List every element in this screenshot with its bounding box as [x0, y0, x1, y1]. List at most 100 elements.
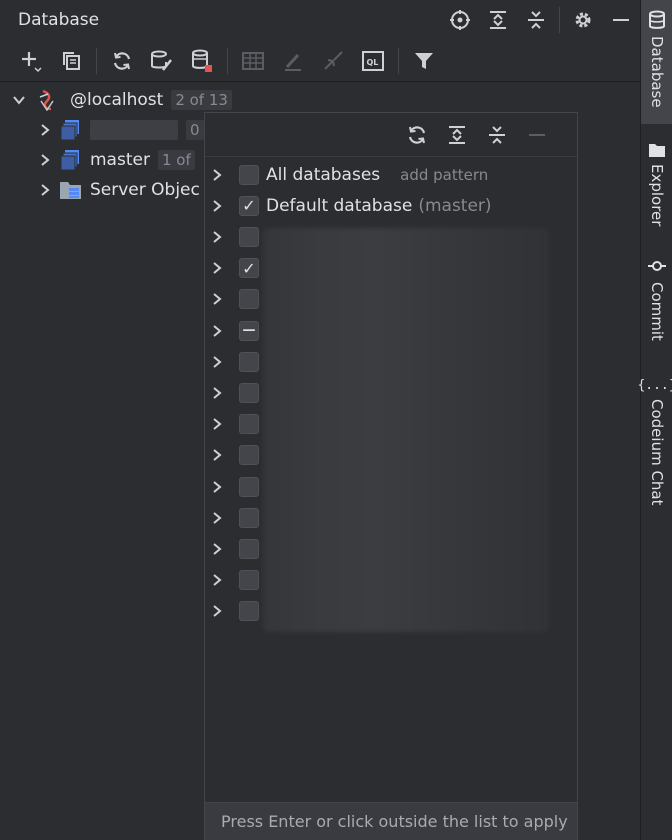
sidebar-tab-codeium-chat[interactable]: {...} Codeium Chat — [637, 378, 672, 506]
redacted-database-names — [263, 228, 549, 632]
minimize-icon[interactable] — [602, 1, 640, 39]
schema-checkbox[interactable] — [239, 476, 259, 497]
collapse-all-icon[interactable] — [517, 1, 555, 39]
schema-checkbox[interactable] — [239, 289, 259, 310]
sidebar-label-database: Database — [648, 36, 666, 108]
chevron-right-icon[interactable] — [205, 355, 229, 369]
sidebar-tab-explorer[interactable]: Explorer — [641, 140, 672, 226]
chevron-right-icon[interactable] — [205, 230, 229, 244]
schema-row-sublabel: (master) — [418, 195, 492, 216]
sidebar-tab-commit[interactable]: Commit — [641, 256, 672, 341]
schema-row[interactable]: ✓ Default database (master) — [205, 190, 577, 221]
schema-checkbox[interactable] — [239, 382, 259, 403]
database-icon — [649, 10, 665, 29]
toolbar-divider — [96, 47, 97, 74]
tree-node-master[interactable]: master 1 of — [34, 145, 195, 175]
sql-server-icon — [30, 89, 64, 111]
jump-to-source-icon — [314, 42, 352, 80]
table-icon — [234, 42, 272, 80]
chevron-right-icon[interactable] — [205, 168, 229, 182]
chevron-right-icon[interactable] — [34, 183, 56, 197]
duplicate-icon[interactable] — [52, 42, 90, 80]
add-icon[interactable] — [12, 42, 50, 80]
sidebar-label-commit: Commit — [648, 282, 666, 341]
edit-icon — [274, 42, 312, 80]
expand-all-icon[interactable] — [479, 1, 517, 39]
schema-checkbox[interactable] — [239, 445, 259, 466]
master-label: master — [90, 150, 150, 170]
tree-root-node[interactable]: @localhost 2 of 13 — [8, 85, 232, 115]
schema-checkbox[interactable] — [239, 570, 259, 591]
schema-filter-popup: All databases add pattern ✓ Default databas… — [204, 112, 578, 840]
chevron-right-icon[interactable] — [205, 417, 229, 431]
sidebar-tab-database[interactable]: Database — [641, 0, 672, 124]
schema-checkbox[interactable]: — — [239, 320, 259, 341]
database-panel: Database QL @localhost 2 of 13 0 master … — [0, 0, 640, 840]
sidebar-label-codeium-chat: Codeium Chat — [648, 399, 666, 506]
right-tool-strip: Database Explorer Commit {...} Codeium C… — [637, 0, 672, 840]
panel-titlebar: Database — [0, 0, 640, 40]
ql-console-icon[interactable]: QL — [354, 42, 392, 80]
schema-icon — [56, 119, 86, 141]
schema-checkbox[interactable]: ✓ — [239, 258, 259, 279]
expand-all-icon[interactable] — [439, 117, 475, 153]
schema-icon — [56, 149, 86, 171]
stop-database-icon[interactable] — [183, 42, 221, 80]
root-label: @localhost — [70, 90, 164, 110]
gear-icon[interactable] — [564, 1, 602, 39]
database-name-redacted — [90, 120, 178, 140]
schema-checkbox[interactable] — [239, 414, 259, 435]
sidebar-label-explorer: Explorer — [648, 164, 666, 227]
schema-checkbox[interactable]: ✓ — [239, 195, 259, 216]
popup-footer-hint: Press Enter or click outside the list to… — [205, 802, 577, 840]
root-count-badge: 2 of 13 — [171, 90, 232, 110]
server-objects-label: Server Objec — [90, 180, 200, 200]
schema-checkbox[interactable] — [239, 164, 259, 185]
minimize-icon — [519, 117, 555, 153]
collapse-all-icon[interactable] — [479, 117, 515, 153]
schema-checkbox[interactable] — [239, 351, 259, 372]
schema-checkbox[interactable] — [239, 538, 259, 559]
panel-title: Database — [18, 10, 100, 30]
chevron-down-icon[interactable] — [8, 93, 30, 107]
popup-toolbar — [205, 113, 577, 157]
chevron-right-icon[interactable] — [34, 123, 56, 137]
folder-icon — [649, 144, 665, 157]
data-source-properties-icon[interactable] — [143, 42, 181, 80]
chevron-right-icon[interactable] — [205, 292, 229, 306]
chevron-right-icon[interactable] — [205, 386, 229, 400]
chevron-right-icon[interactable] — [34, 153, 56, 167]
chevron-right-icon[interactable] — [205, 324, 229, 338]
tree-node-db-blurred[interactable]: 0 — [34, 115, 204, 145]
schema-row-label: Default database — [266, 195, 413, 216]
toolbar-divider — [559, 7, 560, 33]
commit-icon — [648, 261, 666, 271]
toolbar-divider — [227, 47, 228, 74]
schema-checkbox[interactable] — [239, 226, 259, 247]
server-objects-folder-icon — [56, 179, 86, 201]
master-count-badge: 1 of — [157, 150, 195, 170]
add-pattern-link[interactable]: add pattern — [400, 166, 488, 184]
chevron-right-icon[interactable] — [205, 511, 229, 525]
database-toolbar: QL — [0, 40, 640, 82]
chevron-right-icon[interactable] — [205, 261, 229, 275]
chevron-right-icon[interactable] — [205, 542, 229, 556]
db-count-badge: 0 — [186, 120, 204, 140]
chevron-right-icon[interactable] — [205, 573, 229, 587]
schema-checkbox[interactable] — [239, 507, 259, 528]
chevron-right-icon[interactable] — [205, 480, 229, 494]
refresh-icon[interactable] — [399, 117, 435, 153]
braces-icon: {...} — [637, 378, 672, 393]
toolbar-divider — [398, 47, 399, 74]
chevron-right-icon[interactable] — [205, 199, 229, 213]
svg-text:QL: QL — [367, 58, 379, 67]
tree-node-server-objects[interactable]: Server Objec — [34, 175, 200, 205]
chevron-right-icon[interactable] — [205, 604, 229, 618]
filter-icon[interactable] — [405, 42, 443, 80]
refresh-icon[interactable] — [103, 42, 141, 80]
schema-row[interactable]: All databases add pattern — [205, 159, 577, 190]
chevron-right-icon[interactable] — [205, 448, 229, 462]
schema-checkbox[interactable] — [239, 601, 259, 622]
locate-icon[interactable] — [441, 1, 479, 39]
schema-row-label: All databases — [266, 164, 381, 185]
